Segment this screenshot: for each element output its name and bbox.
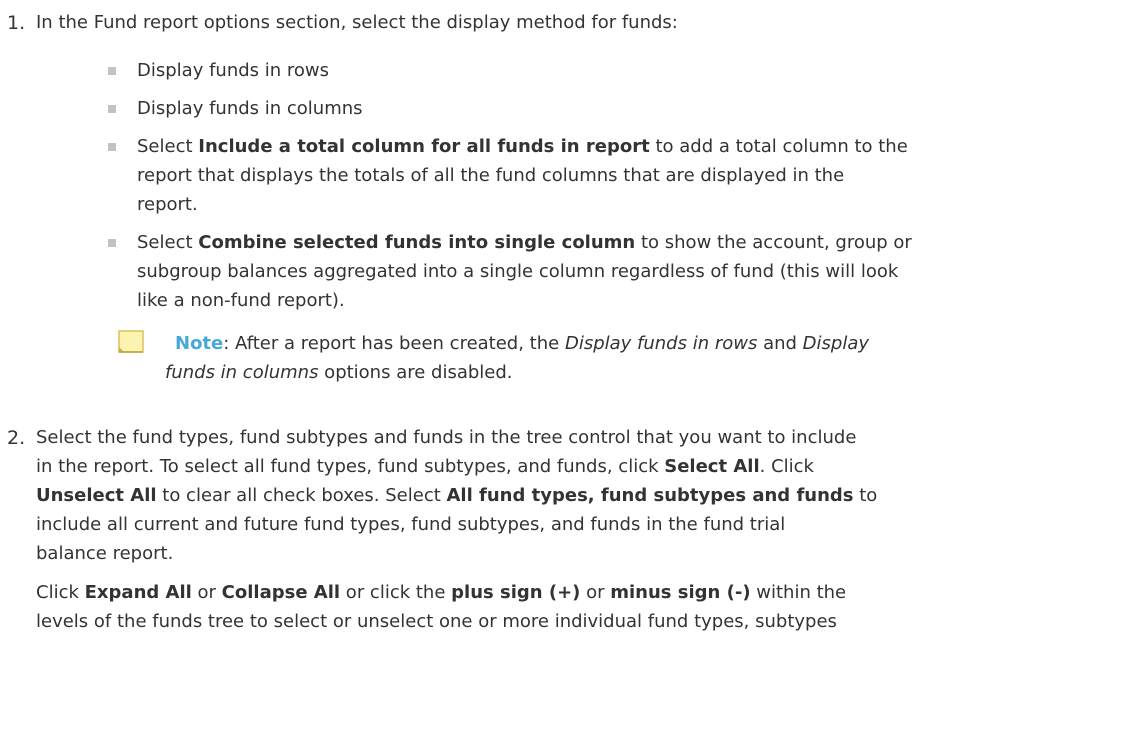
bullet-icon bbox=[108, 239, 116, 247]
step-2-line: Unselect All to clear all check boxes. S… bbox=[36, 485, 878, 506]
list-item-text: report that displays the totals of all t… bbox=[137, 165, 845, 186]
bullet-icon bbox=[108, 67, 116, 75]
note-text: Note: After a report has been created, t… bbox=[175, 333, 870, 354]
step-2-line: Click Expand All or Collapse All or clic… bbox=[36, 582, 847, 603]
list-item-text: like a non-fund report). bbox=[137, 290, 345, 311]
step-2-number: 2. bbox=[7, 427, 26, 449]
note-text: funds in columns options are disabled. bbox=[165, 362, 513, 383]
step-2-line: in the report. To select all fund types,… bbox=[36, 456, 814, 477]
step-2-line: balance report. bbox=[36, 543, 174, 564]
step-2-line: Select the fund types, fund subtypes and… bbox=[36, 427, 857, 448]
step-1-number: 1. bbox=[7, 12, 26, 34]
bullet-icon bbox=[108, 143, 116, 151]
list-item-text: Display funds in columns bbox=[137, 98, 363, 119]
step-2-line: include all current and future fund type… bbox=[36, 514, 786, 535]
step-2-line: levels of the funds tree to select or un… bbox=[36, 611, 837, 632]
note-label: Note bbox=[175, 333, 224, 354]
step-1-intro: In the Fund report options section, sele… bbox=[36, 12, 678, 33]
list-item-text: subgroup balances aggregated into a sing… bbox=[137, 261, 899, 282]
list-item-text: Display funds in rows bbox=[137, 60, 329, 81]
bullet-icon bbox=[108, 105, 116, 113]
list-item-text: report. bbox=[137, 194, 198, 215]
list-item-text: Select Include a total column for all fu… bbox=[137, 136, 908, 157]
list-item-text: Select Combine selected funds into singl… bbox=[137, 232, 912, 253]
